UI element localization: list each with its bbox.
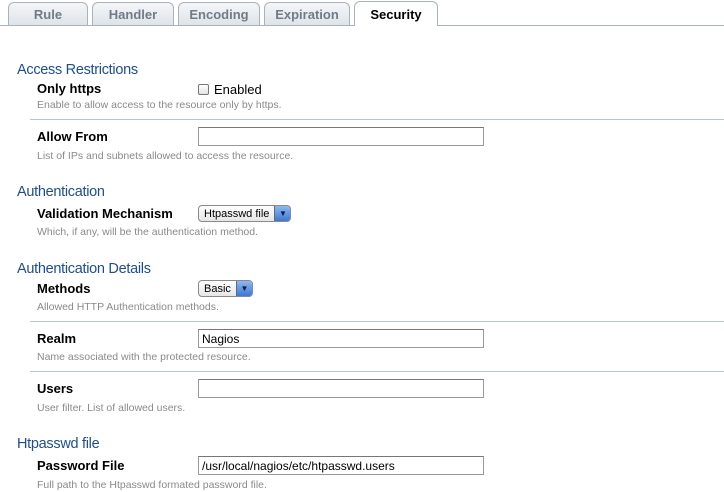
separator: [30, 321, 724, 322]
password-file-help: Full path to the Htpasswd formated passw…: [37, 479, 267, 491]
allow-from-label: Allow From: [37, 129, 108, 144]
tab-security[interactable]: Security: [354, 1, 438, 26]
validation-mechanism-label: Validation Mechanism: [37, 206, 173, 221]
only-https-toggle[interactable]: Enabled: [198, 82, 262, 97]
triangle-down-icon: ▼: [274, 206, 291, 221]
tab-encoding[interactable]: Encoding: [178, 2, 260, 25]
tab-expiration[interactable]: Expiration: [264, 2, 350, 25]
validation-mechanism-select[interactable]: Htpasswd file ▼: [198, 205, 292, 222]
section-title-authentication-details: Authentication Details: [17, 261, 151, 277]
only-https-help: Enable to allow access to the resource o…: [37, 99, 282, 111]
section-title-htpasswd-file: Htpasswd file: [17, 436, 100, 452]
users-help: User filter. List of allowed users.: [37, 402, 186, 414]
only-https-checkbox-label[interactable]: Enabled: [214, 82, 262, 97]
methods-select[interactable]: Basic ▼: [198, 280, 253, 297]
triangle-down-icon: ▼: [235, 281, 252, 296]
methods-label: Methods: [37, 281, 91, 296]
realm-label: Realm: [37, 331, 77, 346]
section-title-authentication: Authentication: [17, 184, 105, 200]
realm-help: Name associated with the protected resou…: [37, 351, 251, 363]
section-title-access-restrictions: Access Restrictions: [17, 62, 138, 78]
tab-handler[interactable]: Handler: [92, 2, 174, 25]
separator: [30, 371, 724, 372]
password-file-input[interactable]: [198, 456, 484, 475]
methods-help: Allowed HTTP Authentication methods.: [37, 301, 219, 313]
validation-mechanism-help: Which, if any, will be the authenticatio…: [37, 226, 259, 238]
only-https-label: Only https: [37, 81, 102, 96]
allow-from-help: List of IPs and subnets allowed to acces…: [37, 150, 294, 162]
tab-rule[interactable]: Rule: [8, 2, 88, 25]
users-label: Users: [37, 381, 74, 396]
methods-selected: Basic: [204, 283, 231, 295]
realm-input[interactable]: [198, 329, 484, 348]
validation-mechanism-selected: Htpasswd file: [204, 208, 270, 220]
separator: [30, 119, 724, 120]
tab-bar: Rule Handler Encoding Expiration Securit…: [0, 0, 724, 26]
allow-from-input[interactable]: [198, 127, 484, 146]
password-file-label: Password File: [37, 458, 125, 473]
users-input[interactable]: [198, 379, 484, 398]
only-https-checkbox[interactable]: [198, 84, 209, 95]
